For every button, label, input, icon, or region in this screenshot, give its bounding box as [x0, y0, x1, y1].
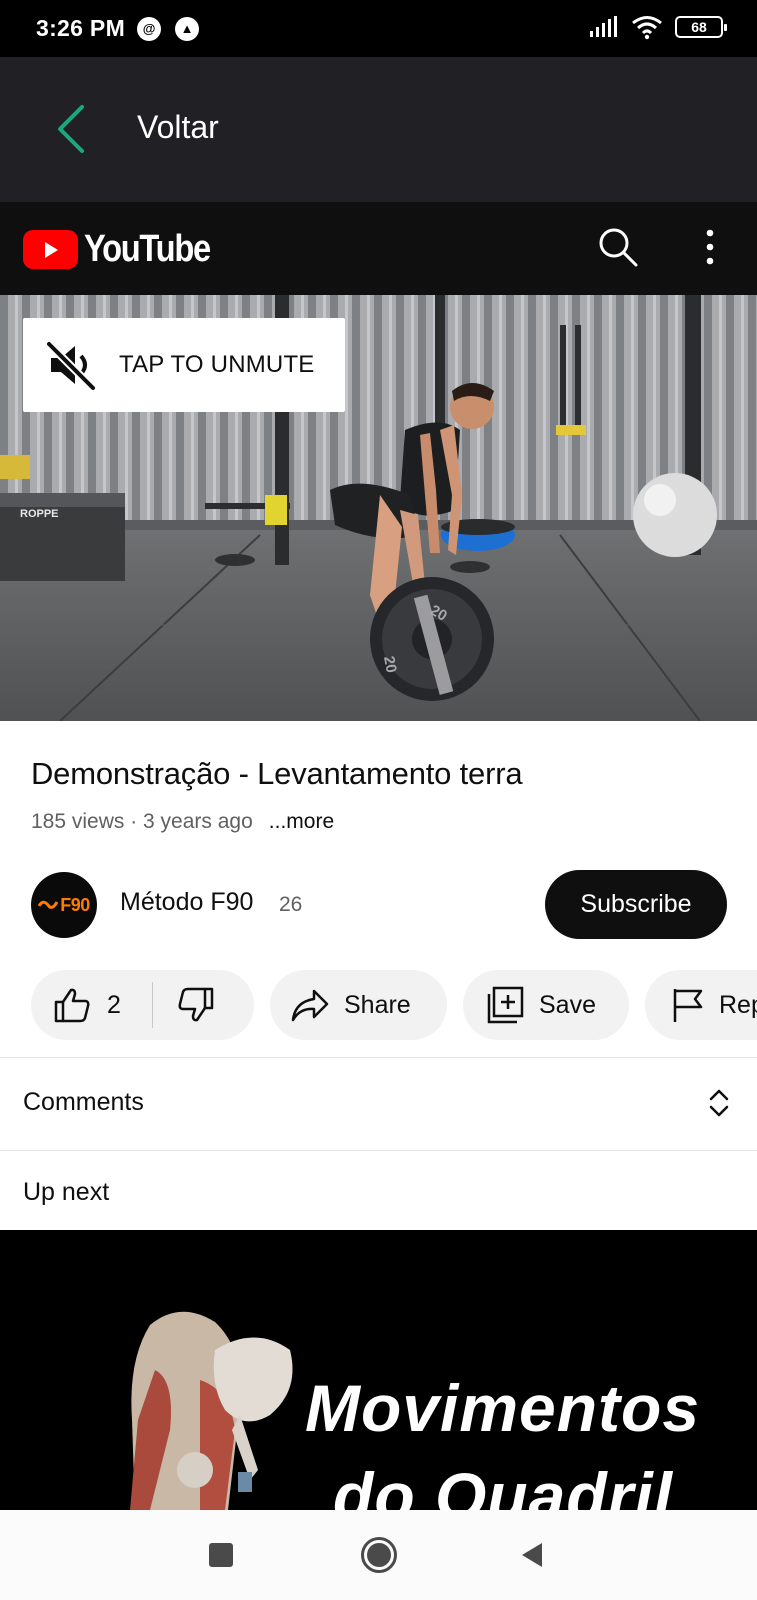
signal-icon [590, 16, 617, 37]
dislike-button[interactable] [177, 987, 215, 1023]
share-button[interactable]: Share [270, 970, 447, 1040]
thumbnail-title-line2: do Quadril [333, 1459, 673, 1510]
channel-avatar-text: F90 [60, 894, 90, 915]
save-playlist-icon [487, 986, 524, 1024]
share-label: Share [344, 990, 411, 1019]
thumb-down-icon [178, 987, 214, 1022]
status-time: 3:26 PM [36, 15, 126, 41]
like-dislike-group: 2 [31, 970, 254, 1040]
unmute-label: TAP TO UNMUTE [119, 351, 315, 378]
app-notification-icon: ▲ [175, 16, 200, 41]
like-button[interactable]: 2 [53, 987, 121, 1023]
video-meta[interactable]: 185 views · 3 years ago ...more [31, 810, 334, 834]
divider [0, 1150, 757, 1151]
video-title[interactable]: Demonstração - Levantamento terra [31, 756, 523, 792]
youtube-play-icon [23, 230, 78, 269]
save-button[interactable]: Save [463, 970, 629, 1040]
share-icon [291, 989, 329, 1022]
video-player[interactable]: ROPPE 20 20 TAP TO UNMUTE [0, 295, 757, 721]
youtube-wordmark: YouTube [84, 228, 211, 270]
back-label[interactable]: Voltar [137, 109, 219, 146]
up-next-label: Up next [23, 1178, 110, 1206]
youtube-logo[interactable]: YouTube [23, 228, 230, 271]
save-label: Save [539, 990, 596, 1019]
wifi-icon [632, 16, 662, 40]
channel-name[interactable]: Método F90 [120, 888, 253, 917]
notification-icon: @ [137, 16, 162, 41]
channel-avatar[interactable]: F90 [31, 872, 97, 938]
app-header: Voltar [0, 57, 757, 202]
subscribe-button[interactable]: Subscribe [545, 870, 727, 939]
system-back-icon[interactable] [520, 1542, 544, 1568]
status-bar: 3:26 PM @ ▲ 68 [0, 0, 757, 57]
views-and-date: 185 views · 3 years ago [31, 810, 253, 833]
divider [0, 1057, 757, 1058]
status-indicators: 68 [589, 14, 727, 40]
report-label: Report [719, 990, 757, 1019]
battery-level: 68 [691, 19, 707, 35]
recents-icon[interactable] [209, 1543, 233, 1567]
comments-label[interactable]: Comments [23, 1088, 144, 1117]
svg-text:ROPPE: ROPPE [20, 508, 59, 520]
battery-icon: 68 [675, 16, 727, 38]
flag-icon [673, 989, 703, 1022]
home-icon-inner [367, 1543, 391, 1567]
tap-to-unmute-button[interactable]: TAP TO UNMUTE [23, 318, 345, 412]
subscriber-count: 26 [279, 893, 303, 916]
volume-off-icon [46, 341, 96, 391]
home-icon[interactable] [361, 1537, 397, 1573]
action-bar: 2 Share Save Report [0, 970, 757, 1040]
youtube-header: YouTube [0, 202, 757, 295]
more-link[interactable]: ...more [269, 810, 334, 834]
thumbnail-title-line1: Movimentos [305, 1371, 701, 1445]
thumb-up-icon [54, 988, 90, 1023]
search-icon[interactable] [597, 226, 639, 268]
more-vert-icon[interactable] [695, 227, 725, 267]
like-divider [152, 982, 153, 1028]
system-nav-bar [0, 1510, 757, 1600]
expand-icon[interactable] [706, 1086, 732, 1120]
channel-logo-icon [38, 900, 59, 909]
like-count: 2 [107, 990, 121, 1019]
report-button[interactable]: Report [645, 970, 757, 1040]
plate-label-2: 20 [380, 655, 400, 674]
up-next-thumbnail[interactable]: Movimentos do Quadril [0, 1230, 757, 1510]
back-arrow-icon[interactable] [52, 103, 92, 155]
